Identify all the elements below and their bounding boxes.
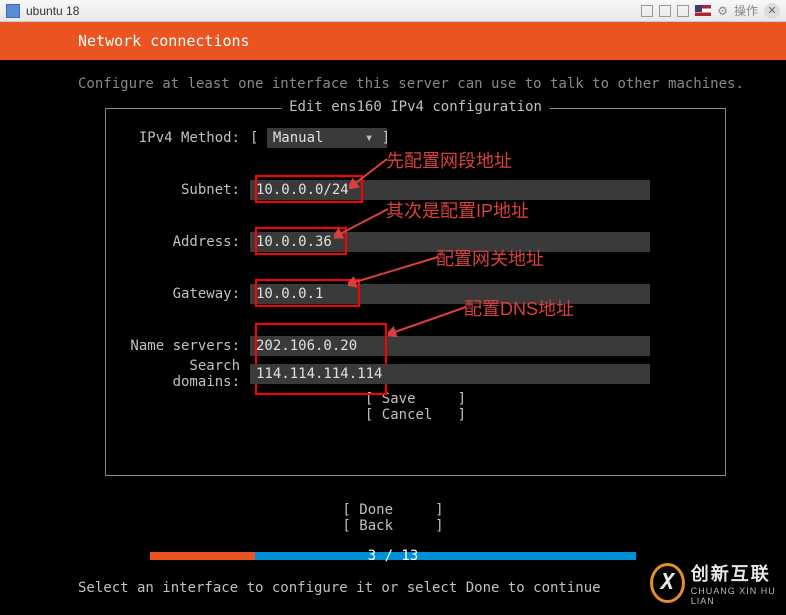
close-icon[interactable]: ✕ [764, 3, 780, 19]
action-label[interactable]: 操作 [734, 2, 758, 19]
watermark-cn: 创新互联 [691, 560, 786, 586]
watermark-en: CHUANG XIN HU LIAN [691, 586, 786, 606]
row-gateway: Gateway: [120, 283, 711, 305]
label-address: Address: [120, 234, 250, 250]
back-button[interactable]: [ Back ] [342, 518, 443, 534]
annotation-gateway: 配置网关地址 [436, 245, 544, 271]
label-search-domains: Search domains: [120, 358, 250, 390]
watermark-icon [650, 563, 685, 603]
done-button[interactable]: [ Done ] [342, 502, 443, 518]
row-ipv4-method: IPv4 Method: [ Manual▾ ] [120, 127, 711, 149]
vm-titlebar: ubuntu 18 ⚙ 操作 ✕ [0, 0, 786, 22]
nav-buttons: [ Done ] [ Back ] [0, 502, 786, 534]
row-search-domains: Search domains: [120, 363, 711, 385]
view-icon-1[interactable] [641, 5, 653, 17]
view-icon-3[interactable] [677, 5, 689, 17]
nameservers-input[interactable] [250, 336, 650, 356]
progress-fill [150, 552, 255, 560]
dialog-buttons: [ Save ] [ Cancel ] [120, 391, 711, 423]
label-nameservers: Name servers: [120, 338, 250, 354]
annotation-address: 其次是配置IP地址 [386, 197, 529, 223]
row-nameservers: Name servers: [120, 335, 711, 357]
vm-app-icon [6, 4, 20, 18]
config-dialog: Edit ens160 IPv4 configuration IPv4 Meth… [105, 108, 726, 476]
view-icon-2[interactable] [659, 5, 671, 17]
gateway-input[interactable] [250, 284, 650, 304]
search-domains-input[interactable] [250, 364, 650, 384]
page-title: Network connections [78, 32, 250, 50]
label-gateway: Gateway: [120, 286, 250, 302]
annotation-subnet: 先配置网段地址 [386, 147, 512, 173]
ipv4-method-dropdown[interactable]: [ Manual▾ ] [250, 128, 390, 148]
watermark-logo: 创新互联 CHUANG XIN HU LIAN [646, 555, 786, 611]
flag-us-icon[interactable] [695, 5, 711, 16]
config-dialog-title: Edit ens160 IPv4 configuration [281, 99, 550, 115]
annotation-dns: 配置DNS地址 [464, 295, 574, 321]
cancel-button[interactable]: [ Cancel ] [365, 407, 466, 423]
page-header: Network connections [0, 22, 786, 60]
chevron-down-icon: ▾ [365, 130, 373, 146]
save-button[interactable]: [ Save ] [365, 391, 466, 407]
label-subnet: Subnet: [120, 182, 250, 198]
row-address: Address: [120, 231, 711, 253]
progress-label: 3 / 13 [368, 548, 419, 564]
vm-title: ubuntu 18 [26, 4, 79, 18]
label-ipv4-method: IPv4 Method: [120, 130, 250, 146]
terminal-area: Network connections Configure at least o… [0, 22, 786, 615]
gear-icon[interactable]: ⚙ [717, 4, 728, 18]
